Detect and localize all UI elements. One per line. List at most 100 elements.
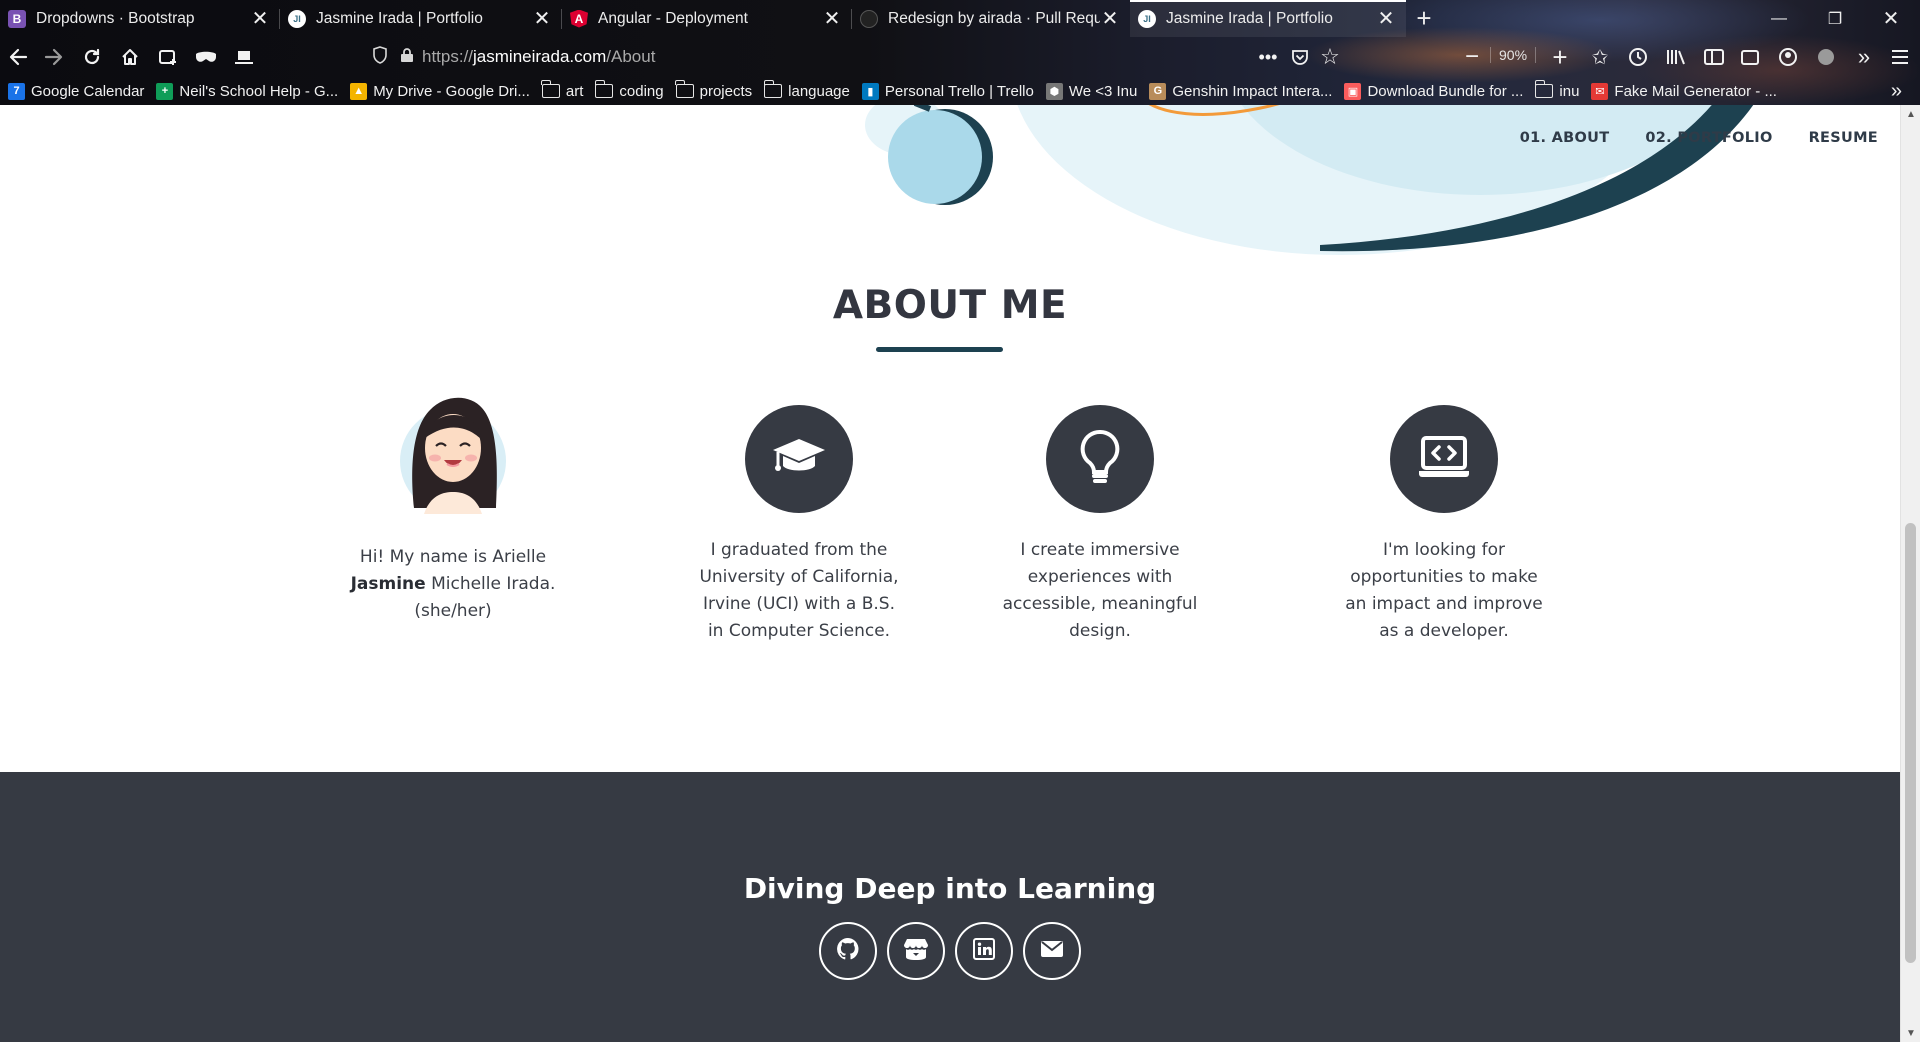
url-path: /About [606, 47, 656, 66]
heading-underline [876, 347, 1003, 352]
reload-button[interactable] [76, 41, 108, 73]
intro-highlight-name: Jasmine [350, 574, 426, 594]
bookmark-item[interactable]: projects [675, 80, 753, 100]
scroll-up-arrow-icon[interactable]: ▲ [1901, 105, 1920, 123]
bookmark-label: We <3 Inu [1068, 82, 1138, 100]
account-icon[interactable] [1772, 41, 1804, 73]
bookmark-label: Google Calendar [31, 82, 145, 100]
extension-icon[interactable] [1810, 41, 1842, 73]
screenshot-icon[interactable] [1734, 41, 1766, 73]
bookmark-label: projects [699, 82, 753, 100]
career-text: I'm looking for opportunities to make an… [1324, 537, 1564, 645]
bookmark-item[interactable]: ✉ Fake Mail Generator - ... [1591, 82, 1777, 100]
mail-icon: ✉ [1591, 82, 1609, 100]
inu-icon: ⬢ [1045, 82, 1063, 100]
trello-icon: ▮ [861, 82, 879, 100]
bookmarks-star-icon[interactable]: ✩ [1584, 41, 1616, 73]
scroll-down-arrow-icon[interactable]: ▼ [1901, 1024, 1920, 1042]
calendar-icon: 7 [8, 82, 25, 100]
close-icon[interactable]: ✕ [532, 6, 552, 31]
bookmark-item[interactable]: language [763, 80, 850, 100]
bookmarks-overflow-icon[interactable]: » [1891, 80, 1902, 103]
home-button[interactable] [114, 41, 146, 73]
tab-angular[interactable]: A Angular - Deployment ✕ [562, 0, 852, 37]
itchio-link[interactable] [887, 922, 945, 980]
career-badge [1390, 405, 1498, 513]
close-icon[interactable]: ✕ [1100, 6, 1120, 31]
text-line: an impact and improve [1345, 594, 1543, 614]
portfolio-icon: JI [288, 9, 306, 28]
new-tab-button[interactable]: + [1406, 0, 1442, 37]
pocket-icon[interactable] [1284, 41, 1316, 73]
tab-title: Redesign by airada · Pull Reque [888, 9, 1100, 27]
bookmark-label: Fake Mail Generator - ... [1614, 82, 1777, 100]
bookmark-label: Personal Trello | Trello [884, 82, 1034, 100]
intro-pronouns: (she/her) [414, 601, 492, 621]
email-link[interactable] [1023, 922, 1081, 980]
bookmark-item[interactable]: + Neil's School Help - G... [156, 82, 339, 100]
history-icon[interactable] [1622, 41, 1654, 73]
close-icon[interactable]: ✕ [250, 6, 270, 31]
tab-portfolio-active[interactable]: JI Jasmine Irada | Portfolio ✕ [1130, 0, 1406, 37]
intro-line-2: Michelle Irada. [425, 574, 556, 594]
tracking-shield-icon[interactable] [372, 45, 388, 69]
bookmark-item[interactable]: 7 Google Calendar [8, 82, 145, 100]
library-icon[interactable] [1660, 41, 1692, 73]
hamburger-menu-icon[interactable] [1884, 41, 1916, 73]
lock-icon[interactable] [400, 47, 414, 68]
private-mask-icon[interactable] [190, 41, 222, 73]
text-line: Irvine (UCI) with a B.S. [703, 594, 895, 614]
zoom-out-button[interactable]: − [1456, 41, 1488, 73]
sheets-icon: + [156, 82, 174, 100]
bookmark-item[interactable]: ▲ My Drive - Google Dri... [350, 82, 530, 100]
bookmark-star-icon[interactable]: ☆ [1314, 41, 1346, 73]
close-window-button[interactable]: ✕ [1864, 0, 1918, 37]
containers-icon[interactable] [152, 41, 184, 73]
page-viewport: 01. ABOUT 02. PORTFOLIO RESUME ABOUT ME … [0, 105, 1900, 1042]
education-text: I graduated from the University of Calif… [679, 537, 919, 645]
minimize-button[interactable]: — [1752, 0, 1806, 37]
page-scrollbar[interactable]: ▲ ▼ [1900, 105, 1920, 1042]
zoom-in-button[interactable]: + [1544, 41, 1576, 73]
back-button[interactable] [2, 41, 34, 73]
bootstrap-icon: B [8, 9, 26, 28]
bookmark-label: Neil's School Help - G... [179, 82, 339, 100]
education-badge [745, 405, 853, 513]
bookmark-item[interactable]: G Genshin Impact Intera... [1149, 82, 1332, 100]
overflow-menu-icon[interactable]: » [1848, 41, 1880, 73]
text-line: I graduated from the [710, 540, 888, 560]
restore-button[interactable]: ❐ [1808, 0, 1862, 37]
laptop-icon[interactable] [228, 41, 260, 73]
text-line: accessible, meaningful [1002, 594, 1198, 614]
bookmark-item[interactable]: coding [594, 80, 664, 100]
tab-portfolio[interactable]: JI Jasmine Irada | Portfolio ✕ [280, 0, 562, 37]
scrollbar-thumb[interactable] [1905, 523, 1916, 963]
close-icon[interactable]: ✕ [822, 6, 842, 31]
bookmark-item[interactable]: ▣ Download Bundle for ... [1344, 82, 1523, 100]
tab-bootstrap[interactable]: B Dropdowns · Bootstrap ✕ [0, 0, 280, 37]
about-card-education: I graduated from the University of Calif… [679, 405, 919, 645]
forward-button[interactable] [38, 41, 70, 73]
nav-about-link[interactable]: 01. ABOUT [1520, 130, 1610, 146]
tab-pull-request[interactable]: Redesign by airada · Pull Reque ✕ [852, 0, 1130, 37]
browser-chrome: B Dropdowns · Bootstrap ✕ JI Jasmine Ira… [0, 0, 1920, 105]
tab-title: Jasmine Irada | Portfolio [1166, 9, 1333, 27]
bookmark-item[interactable]: ▮ Personal Trello | Trello [861, 82, 1034, 100]
nav-resume-link[interactable]: RESUME [1809, 130, 1878, 146]
sidebar-icon[interactable] [1698, 41, 1730, 73]
bookmark-item[interactable]: art [541, 80, 583, 100]
page-actions-icon[interactable]: ••• [1252, 41, 1284, 73]
bookmark-item[interactable]: ⬢ We <3 Inu [1045, 82, 1138, 100]
zoom-level[interactable]: 90% [1490, 47, 1537, 63]
linkedin-link[interactable] [955, 922, 1013, 980]
bookmark-item[interactable]: inu [1534, 80, 1579, 100]
email-icon [1040, 940, 1064, 963]
url-bar[interactable]: https://jasmineirada.com/About [372, 41, 1332, 73]
close-icon[interactable]: ✕ [1376, 6, 1396, 31]
nav-portfolio-link[interactable]: 02. PORTFOLIO [1645, 130, 1772, 146]
github-icon [836, 937, 860, 966]
github-link[interactable] [819, 922, 877, 980]
folder-icon [594, 80, 614, 98]
footer-title: Diving Deep into Learning [743, 872, 1157, 905]
lightbulb-icon [1079, 429, 1121, 490]
